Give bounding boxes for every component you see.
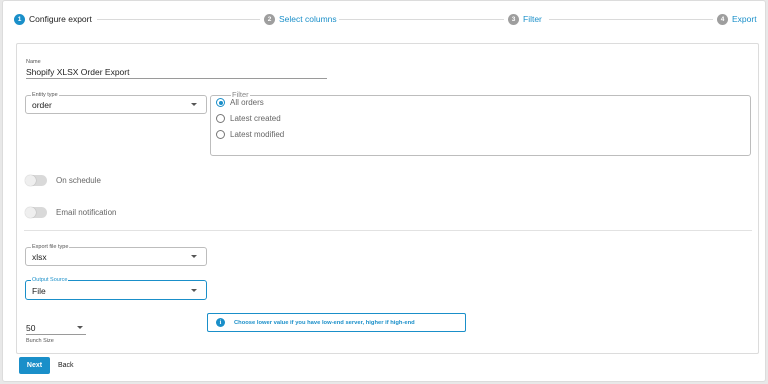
step-number: 3 [508, 13, 519, 25]
output-source-label: Output Source [31, 277, 69, 284]
export-file-type-select[interactable]: Export file type xlsx [25, 244, 207, 266]
bunch-size-select[interactable]: 50 [26, 323, 35, 333]
output-source-value: File [32, 286, 46, 296]
step-connector [549, 19, 713, 20]
radio-latest-modified[interactable]: Latest modified [216, 130, 284, 139]
radio-latest-created[interactable]: Latest created [216, 114, 281, 123]
step-configure-export[interactable]: 1 Configure export [14, 12, 92, 26]
entity-type-label: Entity type [31, 92, 59, 99]
bunch-size-underline [26, 334, 86, 335]
entity-type-value: order [32, 100, 52, 110]
next-button[interactable]: Next [19, 357, 50, 374]
radio-button[interactable] [216, 114, 225, 123]
info-text: Choose lower value if you have low-end s… [234, 319, 415, 326]
radio-button-checked[interactable] [216, 98, 225, 107]
export-wizard: 1 Configure export 2 Select columns 3 Fi… [2, 0, 766, 382]
divider [24, 230, 752, 231]
chevron-down-icon [191, 289, 197, 292]
step-filter[interactable]: 3 Filter [508, 12, 542, 26]
filter-group [210, 95, 751, 156]
on-schedule-toggle-row[interactable]: On schedule [25, 175, 101, 186]
export-file-type-label: Export file type [31, 244, 70, 251]
chevron-down-icon [191, 103, 197, 106]
step-select-columns[interactable]: 2 Select columns [264, 12, 337, 26]
step-label: Select columns [279, 14, 337, 24]
radio-label: Latest created [230, 114, 281, 123]
radio-label: All orders [230, 98, 264, 107]
step-label: Configure export [29, 14, 92, 24]
step-connector [339, 19, 504, 20]
bunch-size-label: Bunch Size [26, 338, 54, 344]
step-number: 4 [717, 13, 728, 25]
bunch-size-info: i Choose lower value if you have low-end… [207, 313, 466, 332]
radio-all-orders[interactable]: All orders [216, 98, 264, 107]
radio-label: Latest modified [230, 130, 285, 139]
step-number: 2 [264, 13, 275, 25]
back-button[interactable]: Back [58, 357, 74, 374]
step-connector [97, 19, 260, 20]
output-source-select[interactable]: Output Source File [25, 277, 207, 300]
entity-type-select[interactable]: Entity type order [25, 92, 207, 114]
radio-button[interactable] [216, 130, 225, 139]
step-label: Export [732, 14, 757, 24]
configure-export-form: Name Shopify XLSX Order Export Entity ty… [16, 43, 759, 354]
email-notification-toggle[interactable] [25, 207, 47, 218]
info-icon: i [216, 318, 225, 327]
on-schedule-toggle[interactable] [25, 175, 47, 186]
chevron-down-icon[interactable] [77, 326, 83, 329]
stepper: 1 Configure export 2 Select columns 3 Fi… [3, 1, 767, 37]
step-number: 1 [14, 13, 25, 25]
step-label: Filter [523, 14, 542, 24]
name-label: Name [26, 59, 41, 65]
step-export[interactable]: 4 Export [717, 12, 757, 26]
on-schedule-label: On schedule [56, 176, 101, 185]
email-notification-label: Email notification [56, 208, 117, 217]
name-underline [26, 78, 327, 79]
chevron-down-icon [191, 255, 197, 258]
email-notification-toggle-row[interactable]: Email notification [25, 207, 116, 218]
name-input[interactable]: Shopify XLSX Order Export [26, 67, 129, 77]
export-file-type-value: xlsx [32, 252, 47, 262]
